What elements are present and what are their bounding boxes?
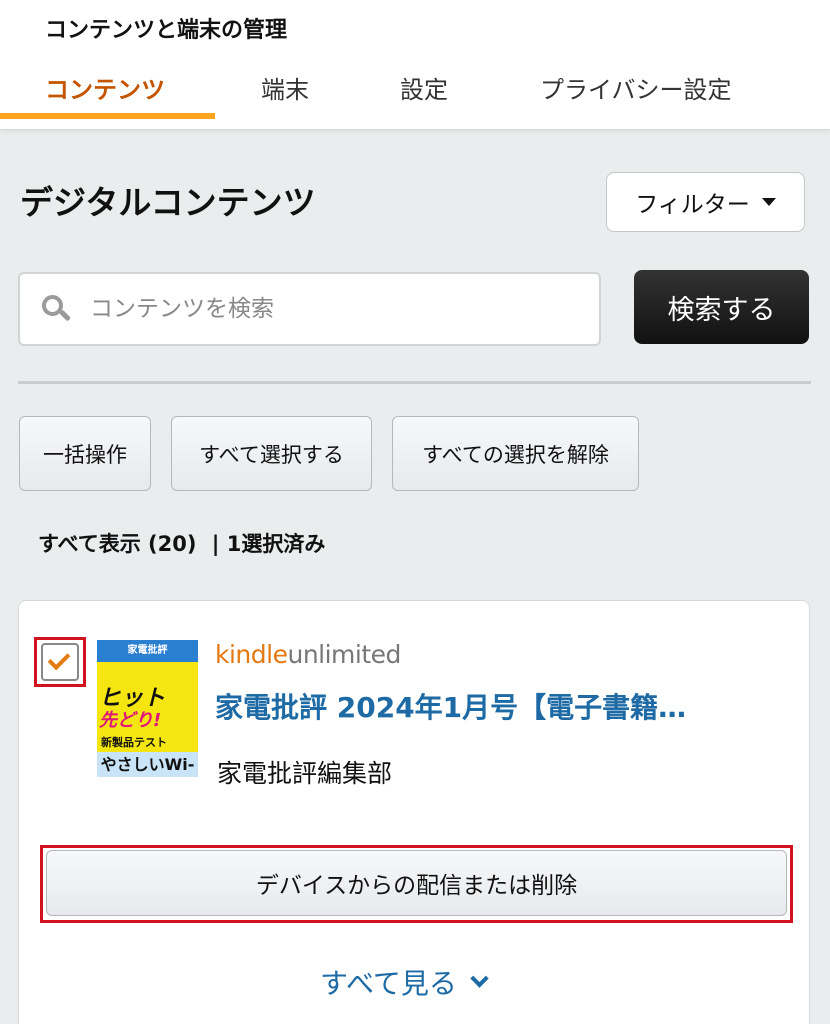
select-all-button[interactable]: すべて選択する	[171, 416, 372, 491]
search-input[interactable]	[90, 296, 570, 322]
book-author: 家電批評編集部	[217, 759, 393, 788]
cover-top-text: 家電批評	[97, 640, 198, 662]
search-button[interactable]: 検索する	[634, 270, 809, 344]
page-title: コンテンツと端末の管理	[45, 18, 288, 43]
caret-down-icon	[761, 198, 776, 206]
filter-button[interactable]: フィルター	[606, 172, 805, 232]
tab-contents[interactable]: コンテンツ	[45, 70, 165, 105]
see-all-label: すべて見る	[320, 967, 457, 1000]
deliver-or-remove-button[interactable]: デバイスからの配信または削除	[46, 850, 787, 916]
tab-settings[interactable]: 設定	[400, 70, 448, 105]
tab-privacy-settings[interactable]: プライバシー設定	[540, 70, 732, 105]
active-tab-indicator	[0, 113, 215, 119]
cover-line4: やさしいWi-Fi	[97, 752, 198, 777]
tab-devices[interactable]: 端末	[261, 70, 309, 105]
search-icon	[40, 293, 72, 325]
kindle-unlimited-logo: kindleunlimited	[215, 640, 401, 669]
see-all-link[interactable]: すべて見る	[320, 962, 489, 1002]
deselect-all-button[interactable]: すべての選択を解除	[392, 416, 639, 491]
selection-status: すべて表示 (20) | 1選択済み	[38, 528, 325, 558]
book-cover[interactable]: 家電批評 ヒット 先どり! 新製品テスト やさしいWi-Fi	[97, 640, 198, 777]
header: コンテンツと端末の管理 コンテンツ 端末 設定 プライバシー設定	[0, 0, 830, 130]
cover-line2: 先どり!	[99, 710, 162, 731]
filter-label: フィルター	[635, 192, 750, 218]
show-all-count[interactable]: すべて表示 (20)	[38, 532, 196, 556]
item-checkbox[interactable]	[41, 643, 79, 681]
bulk-actions-button[interactable]: 一括操作	[19, 416, 151, 491]
cover-line3: 新製品テスト	[101, 736, 167, 749]
search-box[interactable]	[18, 272, 601, 346]
book-title-link[interactable]: 家電批評 2024年1月号【電子書籍…	[215, 686, 686, 726]
chevron-down-icon	[470, 968, 489, 988]
checkmark-icon	[47, 647, 71, 671]
divider	[18, 381, 811, 384]
section-title: デジタルコンテンツ	[20, 183, 316, 222]
selected-count: | 1選択済み	[211, 532, 326, 556]
